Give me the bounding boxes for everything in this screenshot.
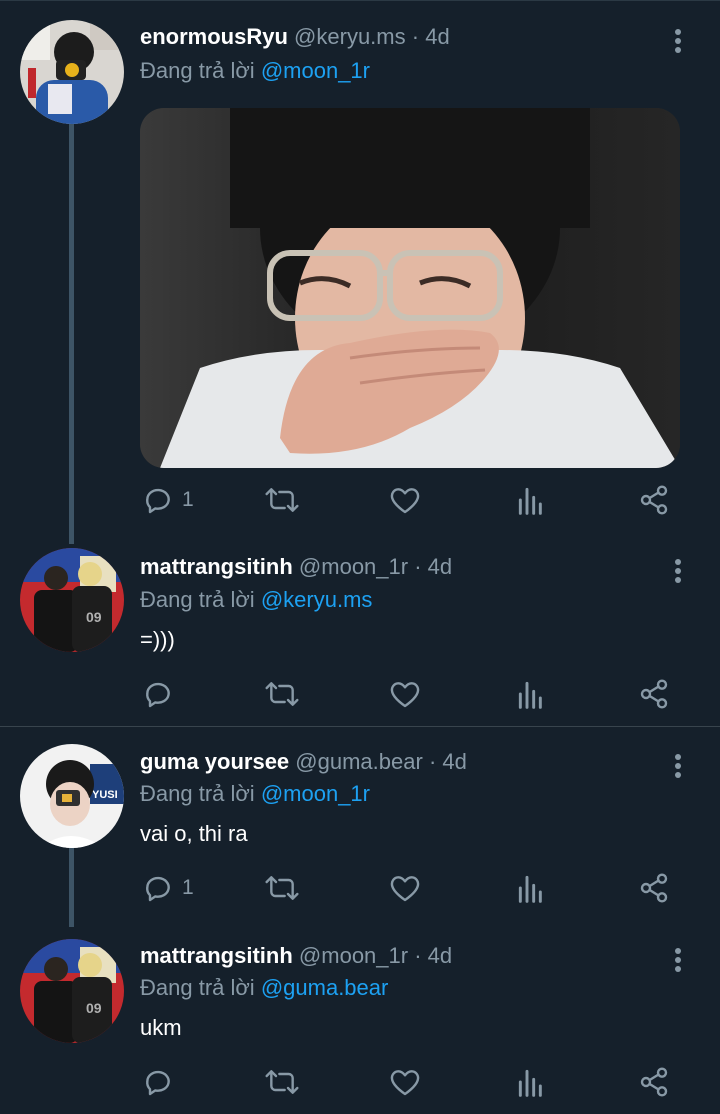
tweet-text: =))) xyxy=(140,627,175,652)
analytics-button[interactable] xyxy=(516,1060,546,1104)
timestamp[interactable]: 4d xyxy=(442,749,466,774)
like-icon xyxy=(390,876,420,902)
tweet-actions xyxy=(0,672,720,716)
reply-count: 1 xyxy=(182,488,194,511)
share-icon xyxy=(640,485,668,515)
display-name[interactable]: mattrangsitinh xyxy=(140,943,293,968)
separator: · xyxy=(411,24,420,49)
retweet-icon xyxy=(265,488,299,512)
share-icon xyxy=(640,1067,668,1097)
reply-mention-link[interactable]: @guma.bear xyxy=(261,975,389,1000)
more-options-icon[interactable] xyxy=(664,945,692,979)
retweet-icon xyxy=(265,1070,299,1094)
share-button[interactable] xyxy=(638,866,670,910)
tweet[interactable]: YUSI guma yoursee @guma.bear · 4d Đang t… xyxy=(0,727,720,927)
like-icon xyxy=(390,1070,420,1096)
timestamp[interactable]: 4d xyxy=(425,24,449,49)
tweet-actions xyxy=(0,1060,720,1104)
retweet-icon xyxy=(265,876,299,900)
tweet-text: ukm xyxy=(140,1015,182,1040)
timestamp[interactable]: 4d xyxy=(428,943,452,968)
display-name[interactable]: enormousRyu xyxy=(140,24,288,49)
share-button[interactable] xyxy=(638,672,670,716)
avatar[interactable]: 09 xyxy=(20,548,124,652)
retweet-button[interactable] xyxy=(264,478,300,522)
more-options-icon[interactable] xyxy=(664,26,692,60)
svg-text:09: 09 xyxy=(86,609,102,625)
reply-button[interactable] xyxy=(142,672,182,716)
handle[interactable]: @moon_1r xyxy=(299,943,408,968)
tweet-header: guma yoursee @guma.bear · 4d xyxy=(140,747,467,777)
handle[interactable]: @guma.bear xyxy=(295,749,423,774)
reply-icon xyxy=(146,876,170,902)
svg-text:09: 09 xyxy=(86,1000,102,1016)
replying-prefix: Đang trả lời xyxy=(140,781,255,806)
analytics-icon xyxy=(518,487,542,515)
reply-icon xyxy=(146,488,170,514)
like-button[interactable] xyxy=(388,1060,422,1104)
like-button[interactable] xyxy=(388,672,422,716)
retweet-button[interactable] xyxy=(264,672,300,716)
replying-to: Đang trả lời @guma.bear xyxy=(140,973,388,1003)
retweet-button[interactable] xyxy=(264,866,300,910)
avatar[interactable]: 09 xyxy=(20,939,124,1043)
separator: · xyxy=(414,943,422,968)
separator: · xyxy=(414,554,422,579)
more-options-icon[interactable] xyxy=(664,751,692,785)
tweet-actions: 1 xyxy=(0,866,720,910)
reply-icon xyxy=(146,1070,170,1096)
reply-mention-link[interactable]: @moon_1r xyxy=(261,781,370,806)
share-icon xyxy=(640,679,668,709)
analytics-icon xyxy=(518,681,542,709)
like-icon xyxy=(390,488,420,514)
reply-mention-link[interactable]: @moon_1r xyxy=(261,58,370,83)
tweet-header: enormousRyu @keryu.ms · 4d xyxy=(140,22,450,52)
reply-button[interactable]: 1 xyxy=(142,478,194,522)
tweet[interactable]: 09 mattrangsitinh @moon_1r · 4d Đang trả… xyxy=(0,923,720,1114)
svg-text:YUSI: YUSI xyxy=(92,789,118,801)
avatar[interactable] xyxy=(20,20,124,124)
tweet-actions: 1 xyxy=(0,478,720,522)
analytics-button[interactable] xyxy=(516,672,546,716)
tweet-text: vai o, thi ra xyxy=(140,821,248,846)
tweet-header: mattrangsitinh @moon_1r · 4d xyxy=(140,941,452,971)
retweet-button[interactable] xyxy=(264,1060,300,1104)
tweet[interactable]: enormousRyu @keryu.ms · 4d Đang trả lời … xyxy=(0,0,720,544)
share-button[interactable] xyxy=(638,478,670,522)
tweet-header: mattrangsitinh @moon_1r · 4d xyxy=(140,552,452,582)
share-button[interactable] xyxy=(638,1060,670,1104)
reply-count: 1 xyxy=(182,876,194,899)
like-icon xyxy=(390,682,420,708)
reply-mention-link[interactable]: @keryu.ms xyxy=(261,587,373,612)
like-button[interactable] xyxy=(388,478,422,522)
share-icon xyxy=(640,873,668,903)
analytics-button[interactable] xyxy=(516,478,546,522)
display-name[interactable]: guma yoursee xyxy=(140,749,289,774)
replying-to: Đang trả lời @moon_1r xyxy=(140,56,370,86)
reply-button[interactable]: 1 xyxy=(142,866,194,910)
replying-prefix: Đang trả lời xyxy=(140,975,255,1000)
analytics-button[interactable] xyxy=(516,866,546,910)
like-button[interactable] xyxy=(388,866,422,910)
replying-to: Đang trả lời @keryu.ms xyxy=(140,585,372,615)
display-name[interactable]: mattrangsitinh xyxy=(140,554,293,579)
handle[interactable]: @keryu.ms xyxy=(294,24,406,49)
tweet-media-image[interactable] xyxy=(140,108,680,468)
analytics-icon xyxy=(518,875,542,903)
avatar[interactable]: YUSI xyxy=(20,744,124,848)
retweet-icon xyxy=(265,682,299,706)
handle[interactable]: @moon_1r xyxy=(299,554,408,579)
tweet[interactable]: 09 mattrangsitinh @moon_1r · 4d Đang trả… xyxy=(0,530,720,726)
replying-to: Đang trả lời @moon_1r xyxy=(140,779,370,809)
reply-button[interactable] xyxy=(142,1060,182,1104)
reply-icon xyxy=(146,682,170,708)
separator: · xyxy=(428,749,437,774)
analytics-icon xyxy=(518,1069,542,1097)
timestamp[interactable]: 4d xyxy=(428,554,452,579)
more-options-icon[interactable] xyxy=(664,556,692,590)
replying-prefix: Đang trả lời xyxy=(140,58,255,83)
replying-prefix: Đang trả lời xyxy=(140,587,255,612)
